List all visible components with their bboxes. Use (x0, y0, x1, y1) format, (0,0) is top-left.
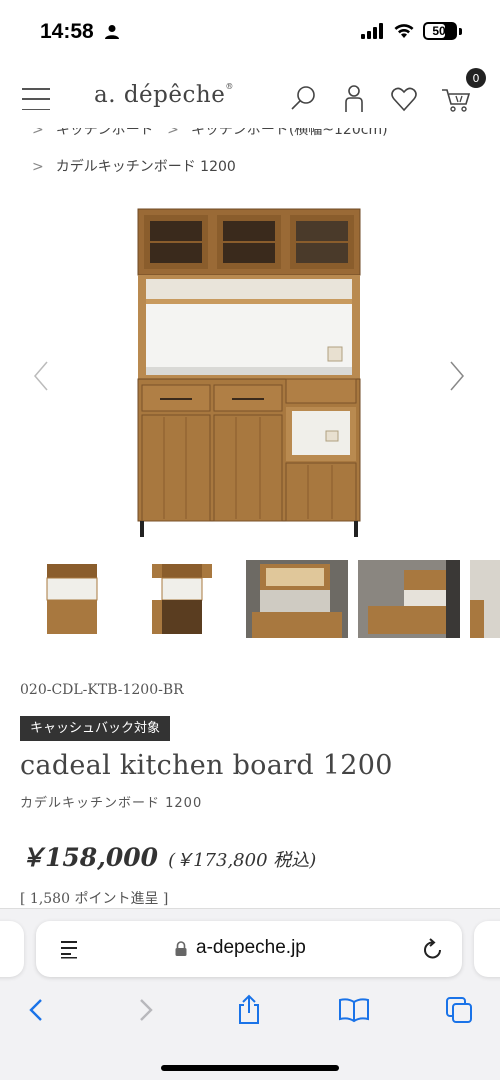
product-subtitle: カデルキッチンボード 1200 (20, 796, 203, 811)
share-icon (239, 994, 259, 1024)
heart-icon[interactable] (390, 84, 418, 114)
book-icon (339, 998, 369, 1023)
back-button[interactable] (20, 993, 54, 1027)
points-info: [ 1,580 ポイント進呈 ] (20, 891, 169, 907)
reload-icon[interactable] (422, 937, 444, 961)
lock-icon (175, 941, 187, 956)
thumbnail[interactable] (358, 560, 460, 638)
site-logo[interactable]: a. dépêche® (94, 82, 234, 108)
page-menu-icon[interactable] (58, 938, 80, 960)
breadcrumb-item[interactable]: > キッチンボード > キッチンボード(横幅~120cm) (32, 128, 472, 150)
next-tab[interactable] (474, 921, 500, 977)
status-indicators: 50 (361, 22, 462, 40)
thumbnail[interactable] (246, 560, 348, 638)
breadcrumb-label: キッチンボード (55, 128, 154, 138)
breadcrumb-separator: > (167, 128, 179, 138)
price-row: ￥158,000 (￥173,800 税込) (20, 838, 316, 874)
breadcrumb-label: カデルキッチンボード 1200 (55, 159, 236, 175)
bookmarks-button[interactable] (337, 993, 371, 1027)
address-bar[interactable]: a-depeche.jp (36, 921, 462, 977)
battery-indicator: 50 (423, 22, 457, 40)
product-main-image[interactable] (60, 195, 440, 545)
menu-icon[interactable] (22, 88, 50, 110)
tabs-icon (446, 997, 472, 1023)
url-text: a-depeche.jp (196, 937, 306, 958)
status-time: 14:58 (40, 20, 94, 43)
cart-count-badge: 0 (466, 68, 486, 88)
logo-mark: ® (225, 82, 234, 91)
product-price: ￥158,000 (20, 843, 159, 872)
person-icon (105, 25, 119, 39)
breadcrumb: > キッチンボード > キッチンボード(横幅~120cm) > カデルキッチンボード … (32, 128, 472, 184)
breadcrumb-separator: > (32, 159, 44, 175)
product-price-tax: (￥173,800 税込) (168, 850, 317, 871)
home-indicator (161, 1065, 339, 1071)
cellular-signal-icon (361, 23, 383, 39)
logo-text: a. dépêche (94, 82, 226, 108)
tabs-button[interactable] (442, 993, 476, 1027)
thumbnail[interactable] (132, 560, 232, 638)
battery-level: 50 (432, 24, 446, 38)
breadcrumb-item-current[interactable]: > カデルキッチンボード 1200 (32, 150, 472, 184)
browser-toolbar (0, 987, 500, 1037)
cashback-badge: キャッシュバック対象 (20, 716, 171, 741)
forward-button[interactable] (128, 993, 162, 1027)
account-icon[interactable] (340, 84, 368, 114)
breadcrumb-label: キッチンボード(横幅~120cm) (190, 128, 388, 138)
wifi-icon (394, 24, 414, 38)
breadcrumb-separator: > (32, 128, 44, 138)
share-button[interactable] (232, 993, 266, 1027)
carousel-next-icon[interactable] (448, 360, 466, 392)
status-bar: 14:58 50 (0, 0, 500, 64)
back-icon (29, 999, 42, 1021)
browser-bar: a-depeche.jp (0, 908, 500, 1080)
thumbnail-strip (22, 560, 500, 640)
previous-tab[interactable] (0, 921, 24, 977)
carousel-prev-icon[interactable] (32, 360, 50, 392)
cart-icon[interactable] (440, 84, 472, 114)
thumbnail[interactable] (22, 560, 122, 638)
product-sku: 020-CDL-KTB-1200-BR (20, 682, 184, 698)
thumbnail[interactable] (470, 560, 500, 638)
forward-icon (140, 999, 153, 1021)
search-icon[interactable] (290, 84, 318, 114)
site-header: a. dépêche® 0 (0, 64, 500, 134)
product-title: cadeal kitchen board 1200 (20, 750, 393, 781)
